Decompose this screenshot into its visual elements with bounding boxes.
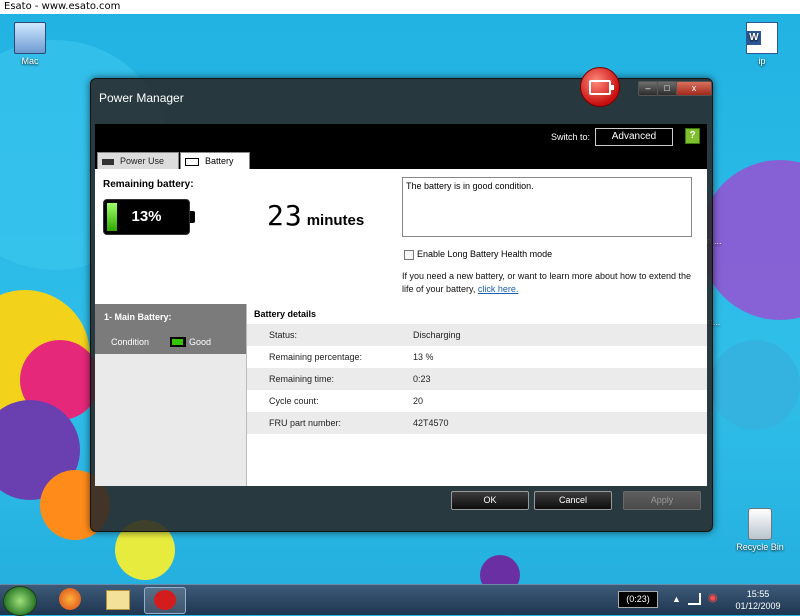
detail-row: FRU part number: 42T4570 (247, 412, 707, 434)
detail-row: Remaining percentage: 13 % (247, 346, 707, 368)
taskbar: (0:23) ▲ ◉ 15:55 01/12/2009 (0, 584, 800, 616)
remaining-time-number: 23 (267, 199, 303, 232)
detail-row: Status: Discharging (247, 324, 707, 346)
topbar-caption: Esato - www.esato.com (0, 0, 800, 14)
desktop-icon-mac[interactable]: Mac (6, 22, 54, 66)
remaining-battery-label: Remaining battery: (103, 179, 194, 190)
detail-key: Cycle count: (269, 396, 319, 406)
window-header: Switch to: Advanced ? Power Use Battery (95, 124, 707, 169)
advanced-button[interactable]: Advanced (595, 128, 673, 146)
mail-taskbar-icon[interactable] (100, 587, 136, 612)
desktop-icon-label: Recycle Bin (736, 542, 784, 552)
battery-condition-icon (170, 337, 186, 347)
start-button[interactable] (3, 586, 37, 616)
detail-row: Remaining time: 0:23 (247, 368, 707, 390)
long-battery-health-label: Enable Long Battery Health mode (417, 249, 553, 259)
battery-list: 1- Main Battery: Condition Good (95, 304, 247, 486)
battery-details: Battery details Status: Discharging Remai… (247, 304, 707, 434)
volume-icon[interactable]: ◉ (708, 591, 718, 604)
firefox-taskbar-icon[interactable] (52, 587, 88, 612)
computer-icon (14, 22, 46, 54)
tab-battery[interactable]: Battery (180, 152, 250, 169)
help-icon[interactable]: ? (685, 128, 700, 144)
wallpaper-shape (710, 340, 800, 430)
desktop-icon-label: Mac (21, 56, 39, 66)
desktop-icon-recycle-bin[interactable]: Recycle Bin (736, 508, 784, 552)
battery-status-message: The battery is in good condition. (402, 177, 692, 237)
maximize-button[interactable]: □ (657, 81, 677, 96)
info-text: If you need a new battery, or want to le… (402, 271, 692, 294)
tray-battery-time[interactable]: (0:23) (618, 591, 658, 608)
minimize-button[interactable]: ‒ (638, 81, 658, 96)
recycle-bin-icon (748, 508, 772, 540)
detail-value: 42T4570 (413, 418, 449, 428)
apply-button[interactable]: Apply (623, 491, 701, 510)
battery-percent: 13% (131, 208, 162, 225)
detail-row: Cycle count: 20 (247, 390, 707, 412)
long-battery-health-checkbox[interactable] (404, 250, 414, 260)
condition-label: Condition (111, 337, 150, 347)
network-icon[interactable] (688, 593, 701, 605)
detail-value: Discharging (413, 330, 461, 340)
desktop-icon-ip[interactable]: W ip (738, 22, 786, 66)
click-here-link[interactable]: click here. (478, 284, 519, 294)
remaining-time-unit: minutes (306, 212, 365, 229)
detail-key: Remaining time: (269, 374, 335, 384)
detail-key: Remaining percentage: (269, 352, 363, 362)
tab-power-use[interactable]: Power Use (97, 152, 179, 169)
battery-panel: Remaining battery: 13% 23 minutes The bat… (95, 169, 707, 486)
remaining-time: 23 minutes (267, 199, 364, 232)
condition-value: Good (189, 337, 212, 347)
detail-key: Status: (269, 330, 298, 340)
desktop-icon-label: ip (758, 56, 766, 66)
ok-button[interactable]: OK (451, 491, 529, 510)
taskbar-clock[interactable]: 15:55 01/12/2009 (728, 588, 788, 612)
cancel-button[interactable]: Cancel (534, 491, 612, 510)
word-document-icon: W (746, 22, 778, 54)
clock-date: 01/12/2009 (735, 601, 781, 611)
clock-time: 15:55 (746, 589, 770, 599)
detail-value: 0:23 (413, 374, 431, 384)
window-title: Power Manager (99, 91, 184, 105)
power-manager-taskbar-icon[interactable] (144, 587, 186, 614)
switch-to-label: Switch to: (551, 132, 591, 142)
tab-label: Battery (205, 156, 234, 166)
battery-info-text: If you need a new battery, or want to le… (402, 270, 702, 296)
power-manager-battery-icon (580, 67, 620, 107)
plug-icon (102, 158, 114, 165)
main-battery-item[interactable]: 1- Main Battery: Condition Good (95, 304, 246, 354)
main-battery-title: 1- Main Battery: (104, 312, 172, 322)
tab-label: Power Use (120, 156, 165, 166)
battery-gauge-tip (190, 211, 195, 223)
power-manager-window: Power Manager ‒ □ x Switch to: Advanced … (90, 67, 713, 532)
detail-value: 20 (413, 396, 424, 406)
battery-icon (185, 157, 199, 166)
battery-details-title: Battery details (254, 309, 317, 319)
detail-value: 13 % (413, 352, 434, 362)
close-button[interactable]: x (676, 81, 712, 96)
show-hidden-icons[interactable]: ▲ (672, 594, 681, 604)
battery-gauge: 13% (103, 199, 195, 235)
detail-key: FRU part number: (269, 418, 342, 428)
